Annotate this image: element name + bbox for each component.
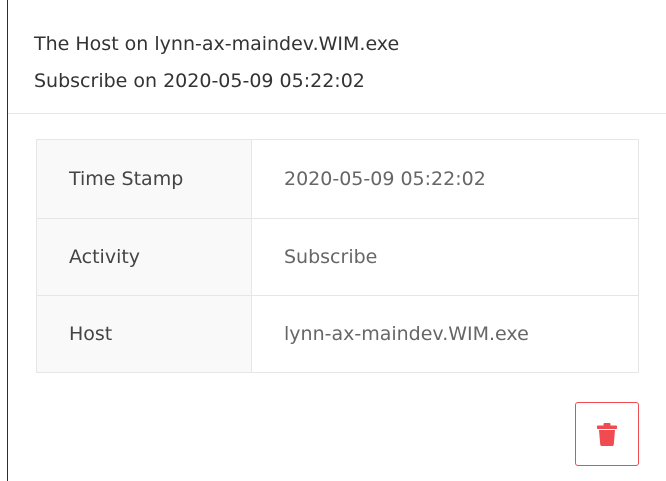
delete-button[interactable] <box>575 402 639 466</box>
table-row: Host lynn-ax-maindev.WIM.exe <box>36 295 639 373</box>
panel-header: The Host on lynn-ax-maindev.WIM.exe Subs… <box>8 0 666 114</box>
header-title: The Host on lynn-ax-maindev.WIM.exe <box>34 33 400 55</box>
details-table: Time Stamp 2020-05-09 05:22:02 Activity … <box>36 139 639 373</box>
row-label-activity: Activity <box>36 218 252 296</box>
event-detail-panel: The Host on lynn-ax-maindev.WIM.exe Subs… <box>7 0 666 481</box>
trash-icon <box>597 422 617 446</box>
table-row: Time Stamp 2020-05-09 05:22:02 <box>36 139 639 219</box>
row-value-time-stamp: 2020-05-09 05:22:02 <box>251 139 639 219</box>
row-label-host: Host <box>36 295 252 373</box>
table-row: Activity Subscribe <box>36 218 639 296</box>
row-value-host: lynn-ax-maindev.WIM.exe <box>251 295 639 373</box>
row-value-activity: Subscribe <box>251 218 639 296</box>
header-subtitle: Subscribe on 2020-05-09 05:22:02 <box>34 70 365 92</box>
row-label-time-stamp: Time Stamp <box>36 139 252 219</box>
